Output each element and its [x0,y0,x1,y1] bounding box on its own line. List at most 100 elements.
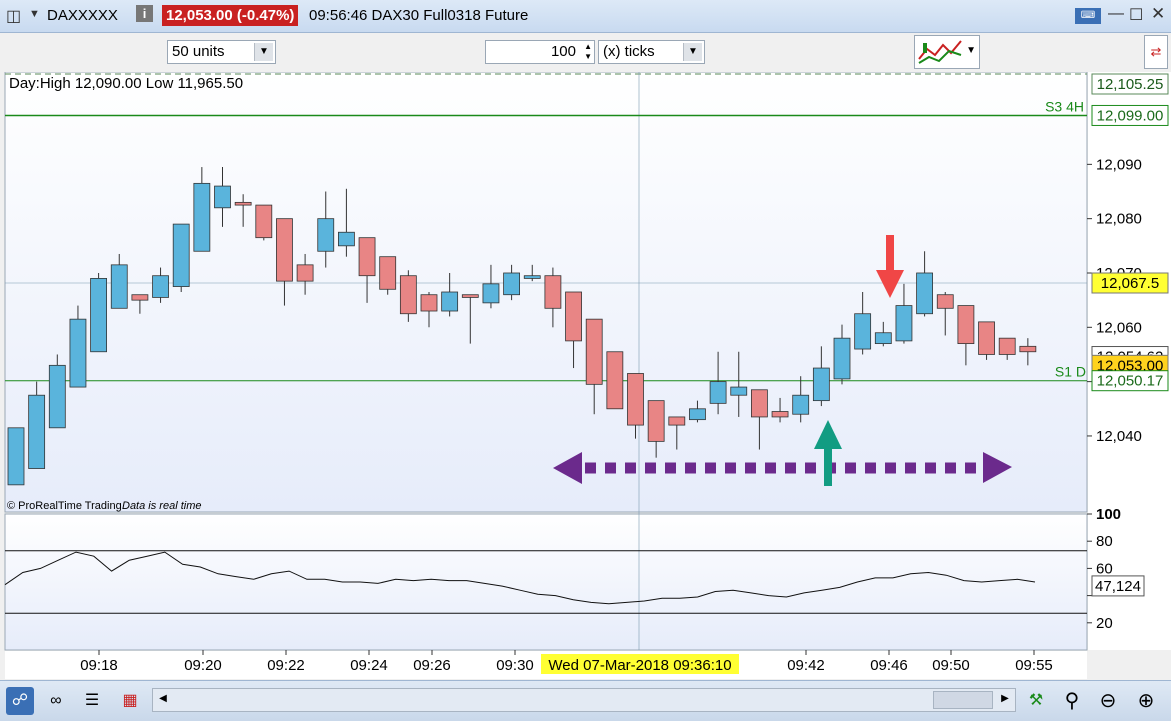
chevron-down-icon[interactable]: ▼ [966,45,976,56]
candle [792,394,810,415]
candle [936,294,954,309]
list-icon[interactable]: ☰ [78,687,106,715]
price-label-top: 12,105.25 [1097,76,1164,93]
share-icon[interactable]: ☍ [6,687,34,715]
osc-tick-label: 60 [1096,560,1113,577]
status-bar: ☍ ∞ ☰ ▦ ◀ ▶ ⚒ ⚲ ⊖ ⊕ [0,680,1171,721]
candle [874,332,892,345]
zoom-out-icon[interactable]: ⊖ [1094,687,1122,715]
units-select[interactable]: 50 units ▼ [167,40,276,64]
candle [441,291,459,312]
x-tick-label: 09:22 [267,657,305,674]
candle [647,400,665,442]
candle [503,272,521,296]
candlestick-icon[interactable]: ◫ [6,6,21,26]
symbol-label[interactable]: DAXXXXX [47,7,118,24]
brand-label: © ProRealTime Trading [7,500,122,512]
candle [565,291,582,342]
candle [585,318,603,385]
minimize-icon[interactable]: — [1108,5,1124,23]
maximize-icon[interactable]: ☐ [1129,5,1143,25]
x-tick-label: 09:46 [870,657,908,674]
candle [751,389,768,418]
level-name: S3 4H [1045,98,1084,114]
candle [214,185,231,209]
ticks-select-value: (x) ticks [603,43,655,60]
candle [28,394,46,469]
units-select-value: 50 units [172,43,225,60]
candle [255,204,273,239]
candle [337,231,355,247]
scroll-right-icon[interactable]: ▶ [997,691,1013,707]
x-tick-label: 09:50 [932,657,970,674]
osc-current-label: 47,124 [1095,578,1141,595]
spinner-icon[interactable]: ▲ ▼ [584,42,592,62]
grid-icon[interactable]: ▦ [116,687,144,715]
x-tick-label: 09:26 [413,657,451,674]
x-tick-label: 09:55 [1015,657,1053,674]
ticks-select[interactable]: (x) ticks ▼ [598,40,705,64]
level-price-label: 12,099.00 [1097,107,1164,124]
y-tick-label: 12,090 [1096,156,1142,173]
candle [978,321,995,355]
candle [482,283,500,304]
osc-tick-label: 20 [1096,615,1113,632]
indicator-panel[interactable] [4,513,1088,651]
zoom-fit-icon[interactable]: ⚲ [1058,687,1086,715]
candle [276,218,293,282]
candle [193,182,211,252]
price-badge: 12,053.00 (-0.47%) [162,5,299,26]
candle [606,351,624,410]
candle [379,256,397,290]
candle [399,275,417,315]
y-tick-label: 12,040 [1096,428,1142,445]
x-tick-label: 09:24 [350,657,388,674]
indicator-button[interactable]: ▼ [914,35,980,69]
scroll-left-icon[interactable]: ◀ [155,691,171,707]
y-tick-label: 12,060 [1096,319,1142,336]
keyboard-icon[interactable]: ⌨ [1075,8,1101,24]
info-icon[interactable]: i [136,5,153,22]
candle [998,337,1016,355]
chevron-down-icon[interactable]: ▼ [29,8,40,20]
candle [544,275,562,309]
candle [110,264,128,309]
candle [689,408,706,421]
chevron-down-icon[interactable]: ▼ [254,43,273,61]
candle [234,201,252,206]
zoom-in-icon[interactable]: ⊕ [1132,687,1160,715]
candle [1019,345,1037,353]
candle [69,318,87,388]
candle [668,416,686,426]
candle [709,381,727,404]
candle [7,427,25,486]
instrument-info: 09:56:46 DAX30 Full0318 Future [309,7,529,24]
chevron-down-icon[interactable]: ▼ [683,43,702,61]
candle [957,305,975,345]
scroll-thumb[interactable] [933,691,993,709]
settings-button[interactable]: ⇄ [1144,35,1168,69]
y-tick-label: 12,080 [1096,211,1142,228]
candle [833,337,851,380]
level-price-label: 12,050.17 [1097,373,1164,390]
close-icon[interactable]: ✕ [1151,4,1165,24]
crosshair-time-label: Wed 07-Mar-2018 09:36:10 [548,657,731,674]
toolbar: 50 units ▼ 100 ▲ ▼ (x) ticks ▼ ▼ ⇄ [0,33,1171,71]
candle [627,373,644,426]
realtime-note: Data is real time [122,500,201,512]
candle [131,294,149,301]
link-icon[interactable]: ∞ [42,687,70,715]
chart-title: Day:High 12,090.00 Low 11,965.50 [9,75,243,92]
ticks-input[interactable]: 100 ▲ ▼ [485,40,595,64]
candle [152,275,169,298]
tools-icon[interactable]: ⚒ [1022,687,1050,715]
candle [916,272,933,315]
candle [90,278,107,353]
horizontal-scrollbar[interactable]: ◀ ▶ [152,688,1016,712]
x-tick-label: 09:20 [184,657,222,674]
candle [48,364,66,429]
title-bar: ◫ ▼ DAXXXXX i 12,053.00 (-0.47%) 09:56:4… [0,0,1171,33]
chart-area[interactable]: S3 4HS1 D 12,04012,05012,06012,07012,080… [0,72,1171,680]
candle [461,294,479,298]
candle [420,294,438,312]
